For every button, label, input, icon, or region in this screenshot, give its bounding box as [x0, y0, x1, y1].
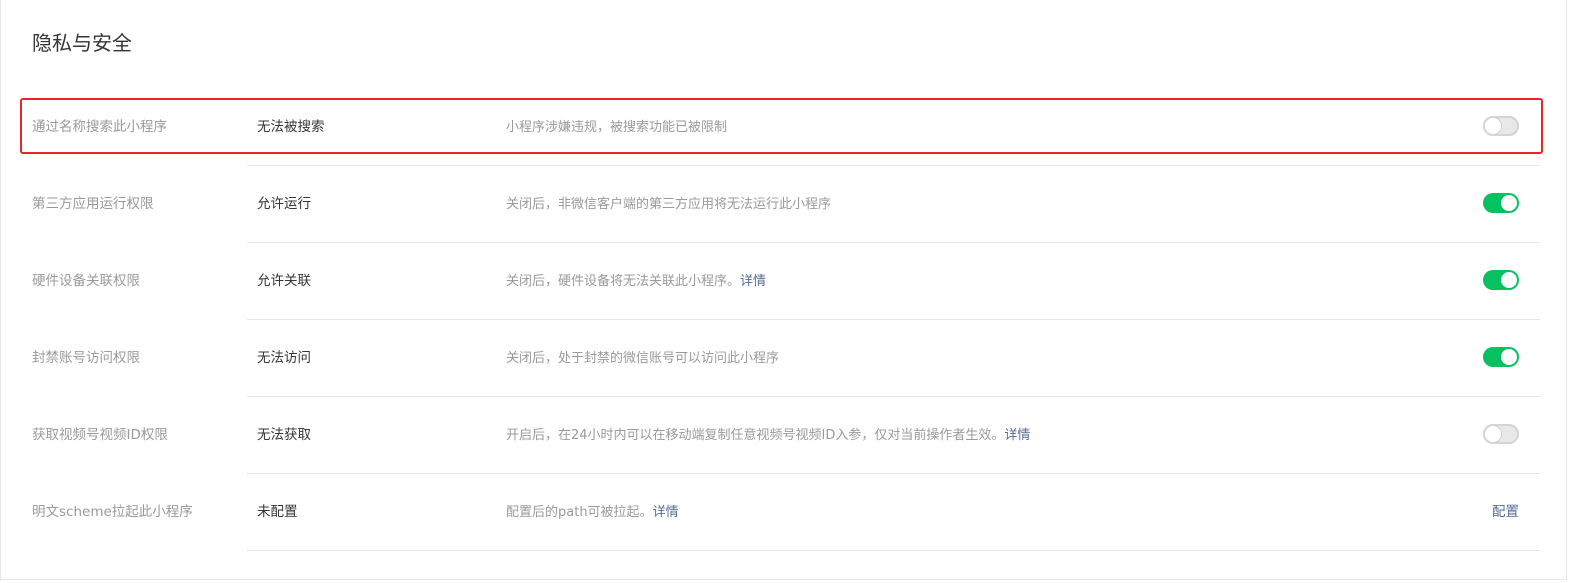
setting-status: 无法获取 — [257, 427, 311, 443]
details-link[interactable]: 详情 — [740, 274, 766, 289]
setting-description: 小程序涉嫌违规，被搜索功能已被限制 — [506, 120, 728, 135]
details-link[interactable]: 详情 — [1004, 428, 1030, 443]
setting-label: 硬件设备关联权限 — [32, 273, 140, 289]
setting-status: 允许运行 — [257, 196, 311, 212]
configure-link[interactable]: 配置 — [1492, 474, 1519, 551]
toggle-knob — [1501, 349, 1517, 365]
setting-description: 关闭后，非微信客户端的第三方应用将无法运行此小程序 — [506, 197, 832, 212]
setting-description: 关闭后，处于封禁的微信账号可以访问此小程序 — [506, 351, 780, 366]
video-id-toggle[interactable] — [1483, 424, 1519, 444]
setting-label: 明文scheme拉起此小程序 — [32, 504, 193, 520]
setting-row-plain-scheme: 明文scheme拉起此小程序 未配置 配置后的path可被拉起。详情 配置 — [1, 474, 1568, 551]
setting-description: 配置后的path可被拉起。详情 — [506, 505, 679, 520]
banned-account-access-toggle[interactable] — [1483, 347, 1519, 367]
setting-status: 未配置 — [257, 504, 298, 520]
row-divider — [247, 550, 1540, 551]
setting-row-search-by-name: 通过名称搜索此小程序 无法被搜索 小程序涉嫌违规，被搜索功能已被限制 — [1, 89, 1568, 166]
setting-label: 通过名称搜索此小程序 — [32, 119, 167, 135]
toggle-knob — [1485, 118, 1501, 134]
setting-label: 第三方应用运行权限 — [32, 196, 154, 212]
hardware-link-toggle[interactable] — [1483, 270, 1519, 290]
setting-row-third-party-run: 第三方应用运行权限 允许运行 关闭后，非微信客户端的第三方应用将无法运行此小程序 — [1, 166, 1568, 243]
setting-label: 封禁账号访问权限 — [32, 350, 140, 366]
toggle-knob — [1485, 426, 1501, 442]
search-by-name-toggle[interactable] — [1483, 116, 1519, 136]
third-party-run-toggle[interactable] — [1483, 193, 1519, 213]
details-link[interactable]: 详情 — [653, 505, 679, 520]
toggle-knob — [1501, 272, 1517, 288]
setting-description: 关闭后，硬件设备将无法关联此小程序。详情 — [506, 274, 767, 289]
setting-status: 无法被搜索 — [257, 119, 325, 135]
setting-status: 允许关联 — [257, 273, 311, 289]
setting-description: 开启后，在24小时内可以在移动端复制任意视频号视频ID入参，仅对当前操作者生效。… — [506, 428, 1031, 443]
setting-row-banned-account-access: 封禁账号访问权限 无法访问 关闭后，处于封禁的微信账号可以访问此小程序 — [1, 320, 1568, 397]
page-title: 隐私与安全 — [32, 31, 132, 55]
setting-label: 获取视频号视频ID权限 — [32, 427, 168, 443]
toggle-knob — [1501, 195, 1517, 211]
setting-row-video-id: 获取视频号视频ID权限 无法获取 开启后，在24小时内可以在移动端复制任意视频号… — [1, 397, 1568, 474]
setting-status: 无法访问 — [257, 350, 311, 366]
setting-row-hardware-link: 硬件设备关联权限 允许关联 关闭后，硬件设备将无法关联此小程序。详情 — [1, 243, 1568, 320]
privacy-security-panel: 隐私与安全 通过名称搜索此小程序 无法被搜索 小程序涉嫌违规，被搜索功能已被限制… — [0, 0, 1567, 580]
